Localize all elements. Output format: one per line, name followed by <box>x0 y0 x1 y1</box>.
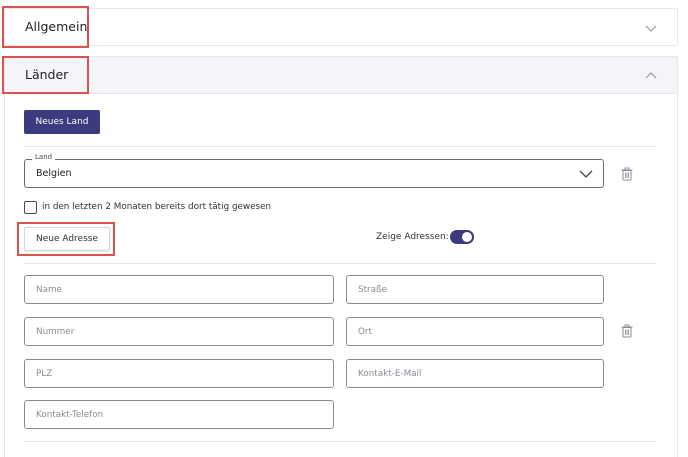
section-header-general[interactable]: Allgemein <box>4 8 678 46</box>
contact-email-placeholder: Kontakt-E-Mail <box>358 369 422 379</box>
new-country-button[interactable]: Neues Land <box>24 110 100 134</box>
prior-activity-label: in den letzten 2 Monaten bereits dort tä… <box>42 202 272 212</box>
postal-code-field[interactable]: PLZ <box>24 359 334 388</box>
street-field[interactable]: Straße <box>346 275 604 304</box>
number-field[interactable]: Nummer <box>24 317 334 346</box>
show-addresses-toggle[interactable] <box>450 230 474 244</box>
section-title-lander: Länder <box>25 67 69 82</box>
postal-code-placeholder: PLZ <box>36 369 53 379</box>
section-header-lander[interactable]: Länder <box>4 56 678 94</box>
contact-phone-placeholder: Kontakt-Telefon <box>36 410 104 420</box>
country-select-value: Belgien <box>36 168 72 179</box>
contact-phone-field[interactable]: Kontakt-Telefon <box>24 400 334 429</box>
chevron-down-icon[interactable] <box>645 22 657 34</box>
contact-email-field[interactable]: Kontakt-E-Mail <box>346 359 604 388</box>
divider <box>24 263 656 264</box>
street-placeholder: Straße <box>358 285 387 295</box>
divider <box>24 441 656 442</box>
city-field[interactable]: Ort <box>346 317 604 346</box>
chevron-up-icon[interactable] <box>645 70 657 82</box>
country-select[interactable]: Belgien <box>24 159 604 188</box>
trash-icon[interactable] <box>621 324 633 338</box>
country-select-label: Land <box>32 153 56 161</box>
number-placeholder: Nummer <box>36 327 75 337</box>
chevron-down-icon <box>579 170 593 178</box>
divider <box>24 146 656 147</box>
trash-icon[interactable] <box>621 167 633 181</box>
toggle-knob <box>462 232 472 242</box>
name-field[interactable]: Name <box>24 275 334 304</box>
show-addresses-label: Zeige Adressen: <box>376 232 449 242</box>
city-placeholder: Ort <box>358 327 372 337</box>
name-placeholder: Name <box>36 285 62 295</box>
new-address-button[interactable]: Neue Adresse <box>24 227 110 251</box>
prior-activity-checkbox[interactable] <box>24 201 37 214</box>
section-title-general: Allgemein <box>25 19 88 34</box>
